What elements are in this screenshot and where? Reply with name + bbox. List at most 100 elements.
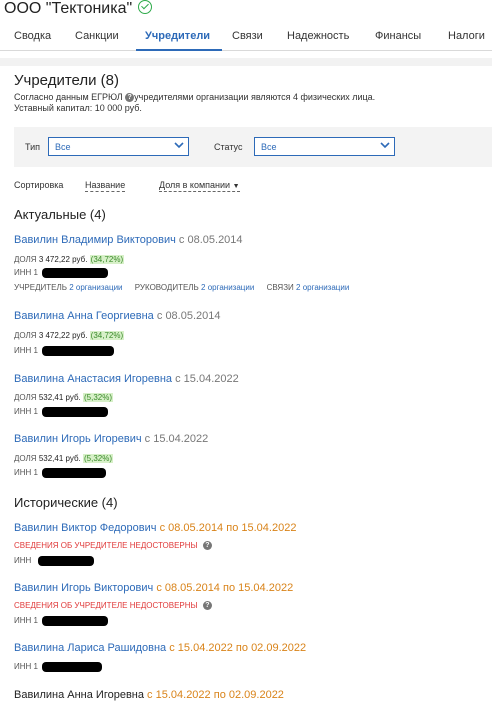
- inn-label: ИНН: [14, 407, 32, 417]
- from-date: 08.05.2014: [164, 582, 220, 594]
- until-label: по: [223, 582, 236, 594]
- to-date: 02.09.2022: [251, 642, 307, 654]
- from-date: 08.05.2014: [168, 522, 224, 534]
- section-description: Согласно данным ЕГРЮЛ ? учредителями орга…: [14, 92, 375, 103]
- inn-prefix: 1: [33, 268, 38, 278]
- until-label: по: [213, 689, 226, 701]
- help-icon[interactable]: ?: [202, 601, 212, 611]
- share-percent: (5,32%): [83, 454, 114, 463]
- inn-row: ИНН 1: [14, 346, 114, 356]
- redacted-inn: [42, 616, 108, 626]
- founder-name-link[interactable]: Вавилин Игорь Викторович: [14, 582, 153, 594]
- founder-name-link[interactable]: Вавилина Анна Георгиевна: [14, 310, 154, 322]
- inn-label: ИНН: [14, 616, 32, 626]
- inn-prefix: 1: [33, 662, 38, 672]
- inn-prefix: 1: [33, 346, 38, 356]
- inn-prefix: 1: [33, 616, 38, 626]
- from-date: 15.04.2022: [155, 689, 211, 701]
- inn-label: ИНН: [14, 346, 32, 356]
- tab-reliability[interactable]: Надежность: [287, 30, 349, 42]
- type-select-value: Все: [55, 142, 71, 152]
- tab-taxes[interactable]: Налоги: [448, 30, 485, 42]
- inn-row: ИНН 1: [14, 407, 108, 417]
- founder-name-link[interactable]: Вавилин Виктор Федорович: [14, 522, 157, 534]
- share-percent: (5,32%): [83, 393, 114, 402]
- inn-prefix: 1: [33, 407, 38, 417]
- since-label: с: [175, 373, 181, 385]
- redacted-inn: [37, 556, 94, 566]
- tab-summary[interactable]: Сводка: [14, 30, 51, 42]
- unreliable-text: СВЕДЕНИЯ ОБ УЧРЕДИТЕЛЕ НЕДОСТОВЕРНЫ: [14, 541, 198, 550]
- founder-name-link[interactable]: Вавилина Лариса Рашидовна: [14, 642, 166, 654]
- capital-text: Уставный капитал: 10 000 руб.: [14, 103, 142, 113]
- share-percent: (34,72%): [89, 255, 125, 264]
- share-label: ДОЛЯ: [14, 454, 37, 463]
- founder-name-link[interactable]: Вавилина Анастасия Игоревна: [14, 373, 172, 385]
- share-label: ДОЛЯ: [14, 255, 37, 264]
- since-label: с: [156, 310, 163, 322]
- founder-name-link[interactable]: Вавилин Владимир Викторович: [14, 234, 176, 246]
- share-value: 3 472,22 руб.: [38, 331, 88, 340]
- status-select[interactable]: Все: [254, 137, 395, 156]
- share-percent: (34,72%): [89, 331, 125, 340]
- header: ООО "Тектоника" Сводка Санкции Учредител…: [0, 0, 492, 60]
- manager-orgs-link[interactable]: 2 организации: [201, 283, 254, 292]
- founder-label: УЧРЕДИТЕЛЬ: [14, 283, 67, 292]
- redacted-inn: [42, 468, 106, 478]
- share-value: 532,41 руб.: [38, 393, 81, 402]
- founder-row: Вавилина Анастасия Игоревна с 15.04.2022: [14, 373, 239, 385]
- founder-name: Вавилина Анна Игоревна: [14, 689, 144, 701]
- redacted-inn: [42, 346, 114, 356]
- inn-row: ИНН 1: [14, 468, 106, 478]
- share-row: ДОЛЯ 3 472,22 руб. (34,72%): [14, 331, 125, 340]
- sort-label: Сортировка: [14, 180, 64, 190]
- page-background: [0, 58, 492, 66]
- section-title: Учредители (8): [14, 72, 120, 89]
- inn-label: ИНН: [14, 468, 32, 478]
- inn-row: ИНН: [14, 556, 94, 566]
- help-icon[interactable]: ?: [125, 93, 135, 103]
- share-value: 532,41 руб.: [38, 454, 81, 463]
- since-label: с: [178, 234, 185, 246]
- historical-founder-row: Вавилина Анна Игоревна с 15.04.2022 по 0…: [14, 689, 284, 701]
- type-filter-label: Тип: [25, 142, 41, 152]
- historical-founder-row: Вавилин Игорь Викторович с 08.05.2014 по…: [14, 582, 293, 594]
- to-date: 15.04.2022: [238, 582, 294, 594]
- tab-founders[interactable]: Учредители: [145, 30, 210, 42]
- tab-sanctions[interactable]: Санкции: [75, 30, 119, 42]
- links-orgs-link[interactable]: 2 организации: [296, 283, 349, 292]
- manager-label: РУКОВОДИТЕЛЬ: [134, 283, 199, 292]
- from-date: 15.04.2022: [177, 642, 233, 654]
- share-row: ДОЛЯ 532,41 руб. (5,32%): [14, 393, 114, 402]
- share-row: ДОЛЯ 532,41 руб. (5,32%): [14, 454, 114, 463]
- status-select-value: Все: [261, 142, 277, 152]
- actual-heading: Актуальные (4): [14, 207, 106, 222]
- share-row: ДОЛЯ 3 472,22 руб. (34,72%): [14, 255, 125, 264]
- inn-label: ИНН: [14, 268, 32, 278]
- unreliable-warning: СВЕДЕНИЯ ОБ УЧРЕДИТЕЛЕ НЕДОСТОВЕРНЫ ?: [14, 541, 212, 551]
- founder-since-date: 15.04.2022: [153, 433, 209, 445]
- share-label: ДОЛЯ: [14, 331, 37, 340]
- company-title: ООО "Тектоника": [4, 0, 153, 18]
- to-date: 15.04.2022: [241, 522, 297, 534]
- sort-by-share[interactable]: Доля в компании ▼: [159, 180, 240, 192]
- inn-label: ИНН: [14, 556, 32, 566]
- unreliable-warning: СВЕДЕНИЯ ОБ УЧРЕДИТЕЛЕ НЕДОСТОВЕРНЫ ?: [14, 601, 212, 611]
- founder-since-date: 15.04.2022: [183, 373, 239, 385]
- historical-heading: Исторические (4): [14, 495, 118, 510]
- founder-name-link[interactable]: Вавилин Игорь Игоревич: [14, 433, 142, 445]
- sort-by-name[interactable]: Название: [85, 180, 126, 192]
- help-icon[interactable]: ?: [202, 541, 212, 551]
- founder-relations: УЧРЕДИТЕЛЬ 2 организации РУКОВОДИТЕЛЬ 2 …: [14, 283, 349, 292]
- founder-since-date: 08.05.2014: [165, 310, 221, 322]
- caret-down-icon: ▼: [232, 183, 240, 190]
- since-label: с: [159, 522, 166, 534]
- tab-links[interactable]: Связи: [232, 30, 263, 42]
- company-name: ООО "Тектоника": [4, 0, 133, 17]
- until-label: по: [226, 522, 239, 534]
- founder-orgs-link[interactable]: 2 организации: [69, 283, 122, 292]
- verified-check-icon: [138, 0, 153, 14]
- sort-by-share-label: Доля в компании: [159, 180, 231, 190]
- type-select[interactable]: Все: [48, 137, 189, 156]
- tab-finance[interactable]: Финансы: [375, 30, 421, 42]
